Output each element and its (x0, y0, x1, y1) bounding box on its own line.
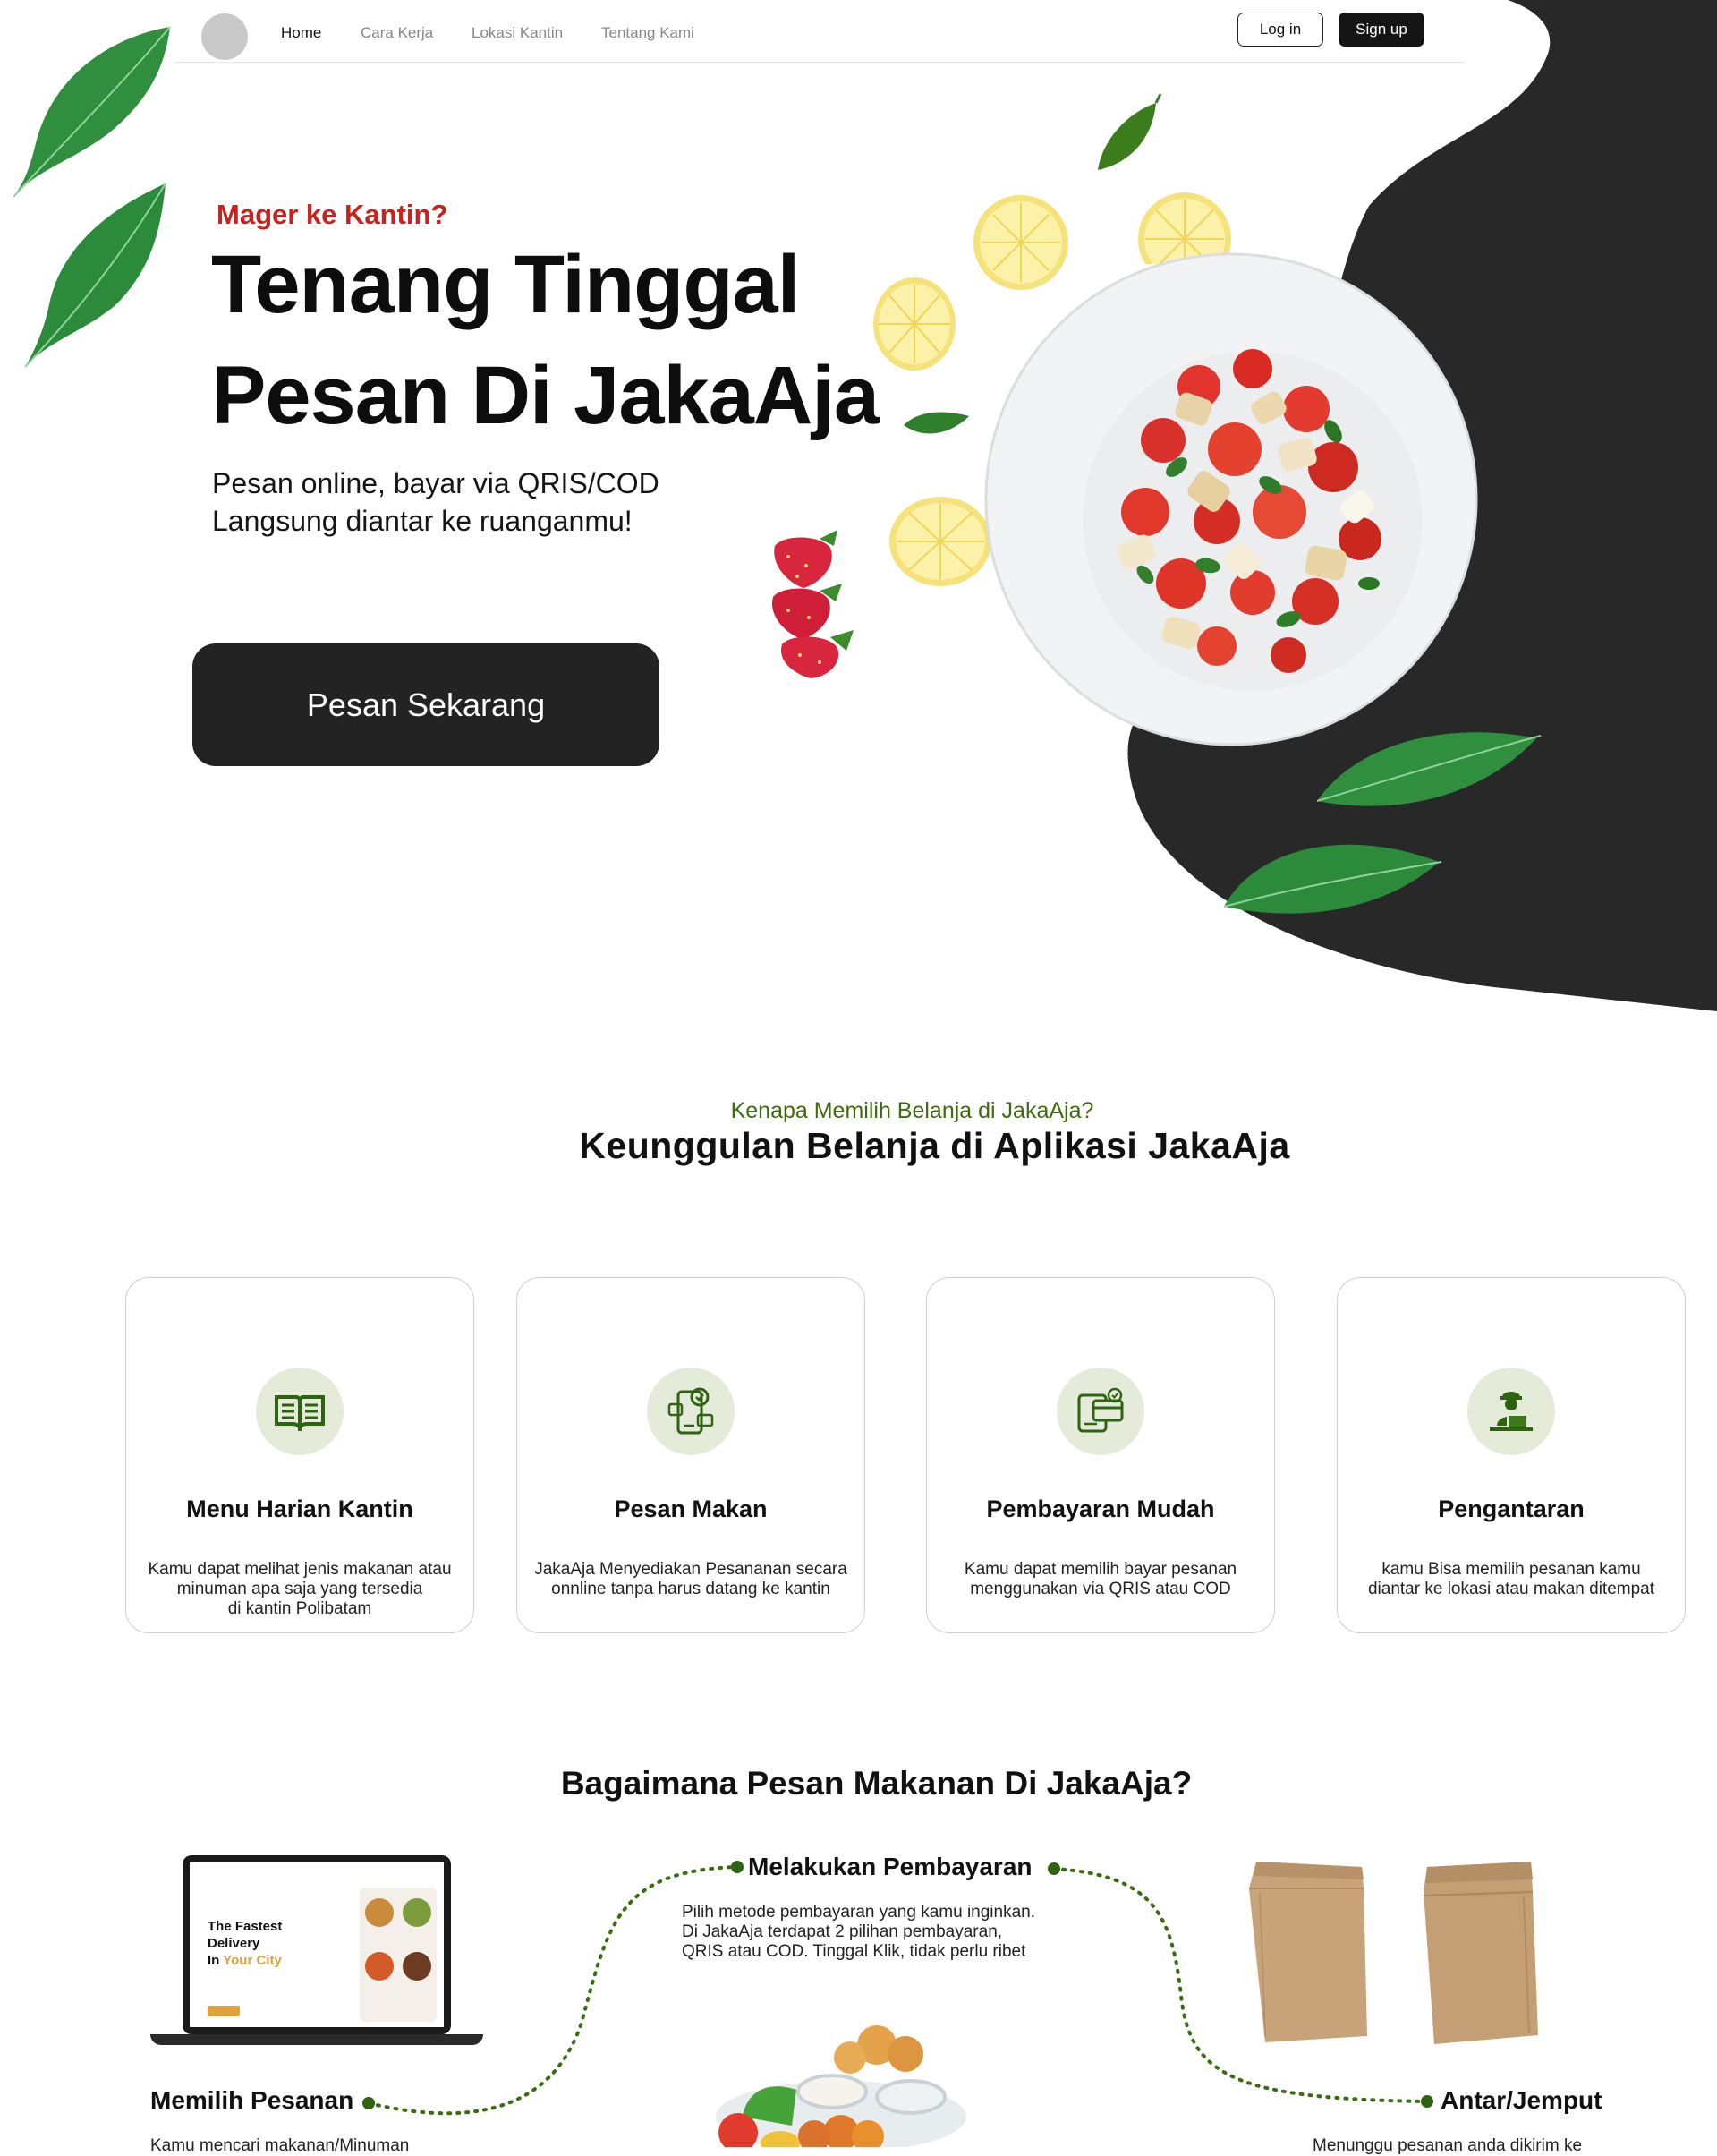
laptop-screen-headline: In (208, 1953, 224, 1968)
leaf-decoration-icon (13, 26, 171, 197)
feature-card-order: Pesan Makan JakaAja Menyediakan Pesanana… (516, 1277, 865, 1633)
feature-card-text: Kamu dapat memilih bayar pesanan menggun… (964, 1560, 1237, 1598)
logo[interactable] (201, 13, 248, 60)
laptop-screen-headline: The Fastest (208, 1919, 283, 1934)
login-button[interactable]: Log in (1237, 13, 1323, 47)
lemon-slice-icon (873, 277, 956, 371)
feature-card-text: kamu Bisa memilih pesanan kamu diantar k… (1367, 1560, 1654, 1598)
feature-card-title: Menu Harian Kantin (186, 1496, 413, 1522)
nav-tentang-kami[interactable]: Tentang Kami (601, 24, 694, 42)
how-it-works-title: Bagaimana Pesan Makanan Di JakaAja? (560, 1765, 1193, 1802)
step-deliver-label: Antar/Jemput (1441, 2086, 1602, 2114)
signup-button[interactable]: Sign up (1339, 13, 1424, 47)
nav-cara-kerja[interactable]: Cara Kerja (361, 24, 433, 42)
feature-card-payment: Pembayaran Mudah Kamu dapat memilih baya… (926, 1277, 1275, 1633)
leaf-decoration-icon (1223, 844, 1442, 914)
leaf-decoration-icon (24, 183, 166, 368)
hero-subtitle-line1: Pesan online, bayar via QRIS/COD (212, 467, 659, 499)
step-pay-text: Pilih metode pembayaran yang kamu ingink… (682, 1903, 1036, 1961)
feature-card-text: Kamu dapat melihat jenis makanan atau mi… (148, 1560, 452, 1618)
feature-card-menu: Menu Harian Kantin Kamu dapat melihat je… (125, 1277, 474, 1633)
step-choose-text: Kamu mencari makanan/Minuman (150, 2136, 410, 2155)
laptop-mockup-image: The Fastest Delivery In Your City (150, 1855, 483, 2049)
leaf-decoration-icon (1098, 94, 1162, 170)
step-deliver-text: Menunggu pesanan anda dikirim ke (1313, 2136, 1583, 2155)
hero-eyebrow: Mager ke Kantin? (217, 199, 448, 230)
delivery-courier-icon (1467, 1368, 1555, 1455)
feature-card-title: Pengantaran (1438, 1496, 1585, 1522)
feature-card-title: Pembayaran Mudah (986, 1496, 1215, 1522)
laptop-screen-headline-accent: Your City (223, 1953, 282, 1968)
order-now-button[interactable]: Pesan Sekarang (192, 643, 659, 766)
salad-plate-image (984, 252, 1478, 746)
phone-order-icon (647, 1368, 735, 1455)
laptop-screen-headline: Delivery (208, 1936, 260, 1951)
features-title: Keunggulan Belanja di Aplikasi JakaAja (579, 1125, 1290, 1166)
food-platter-image (716, 2025, 966, 2147)
features-eyebrow: Kenapa Memilih Belanja di JakaAja? (730, 1098, 1094, 1123)
lemon-slice-icon (889, 497, 991, 586)
hero-title-line2: Pesan Di JakaAja (211, 350, 880, 441)
book-menu-icon (256, 1368, 344, 1455)
paper-bag-image (1249, 1862, 1367, 2042)
feature-card-delivery: Pengantaran kamu Bisa memilih pesanan ka… (1337, 1277, 1686, 1633)
top-navbar: Home Cara Kerja Lokasi Kantin Tentang Ka… (175, 0, 1464, 63)
feature-card-text: JakaAja Menyediakan Pesananan secara onn… (534, 1560, 847, 1598)
hero-subtitle-line2: Langsung diantar ke ruanganmu! (212, 505, 633, 537)
payment-card-icon (1057, 1368, 1144, 1455)
leaf-decoration-icon (904, 412, 969, 434)
feature-card-title: Pesan Makan (614, 1496, 768, 1522)
hero-title-line1: Tenang Tinggal (211, 239, 800, 330)
nav-lokasi-kantin[interactable]: Lokasi Kantin (472, 24, 563, 42)
strawberry-icon (771, 530, 854, 678)
step-choose-label: Memilih Pesanan (150, 2086, 354, 2114)
nav-home[interactable]: Home (281, 24, 321, 42)
paper-bag-image (1423, 1862, 1538, 2044)
leaf-decoration-icon (1316, 732, 1542, 806)
step-pay-label: Melakukan Pembayaran (748, 1853, 1033, 1880)
